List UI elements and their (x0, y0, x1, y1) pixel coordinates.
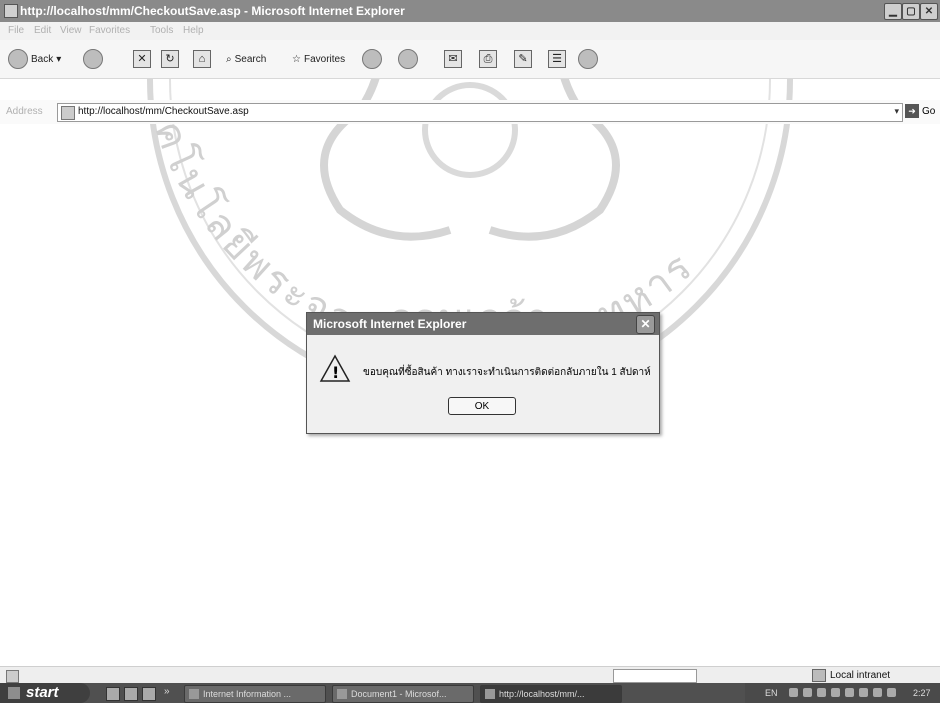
mail-button[interactable]: ✉ (444, 49, 462, 69)
search-icon: ⌕ (226, 53, 232, 65)
task-item-label: Internet Information ... (203, 689, 292, 699)
forward-button[interactable] (83, 49, 103, 69)
mail-icon: ✉ (444, 50, 462, 68)
status-bar: Local intranet (0, 666, 940, 684)
close-icon[interactable]: ✕ (636, 315, 655, 334)
task-item-active[interactable]: http://localhost/mm/... (480, 685, 622, 703)
go-label: Go (922, 105, 936, 117)
favorites-label: Favorites (303, 53, 346, 65)
windows-logo-icon (8, 687, 20, 699)
address-label: Address (6, 106, 43, 117)
menu-edit[interactable]: Edit (34, 25, 51, 36)
task-item[interactable]: Internet Information ... (184, 685, 326, 703)
messenger-icon (578, 49, 598, 69)
address-bar: Address http://localhost/mm/CheckoutSave… (0, 100, 940, 124)
warning-icon: ! (319, 354, 351, 382)
menu-view[interactable]: View (60, 25, 82, 36)
tray-icon[interactable] (803, 688, 812, 697)
tray-icon[interactable] (859, 688, 868, 697)
edit-button[interactable]: ✎ (514, 49, 532, 69)
volume-icon[interactable] (887, 688, 896, 697)
intranet-icon (812, 669, 826, 682)
ok-button[interactable]: OK (448, 397, 516, 415)
home-button[interactable]: ⌂ (193, 49, 211, 69)
clock: 2:27 (913, 688, 931, 698)
dialog-title: Microsoft Internet Explorer (313, 317, 467, 331)
tray-icon[interactable] (873, 688, 882, 697)
page-icon (61, 106, 75, 120)
tray-icon[interactable] (831, 688, 840, 697)
back-arrow-icon (8, 49, 28, 69)
start-label: start (26, 684, 59, 701)
stop-icon: ✕ (133, 50, 151, 68)
address-url: http://localhost/mm/CheckoutSave.asp (78, 106, 249, 117)
window-titlebar: http://localhost/mm/CheckoutSave.asp - M… (0, 0, 940, 22)
quicklaunch-ie-icon[interactable] (106, 687, 120, 701)
page-status-icon (6, 670, 19, 683)
close-icon[interactable]: ✕ (920, 3, 938, 20)
address-input[interactable]: http://localhost/mm/CheckoutSave.asp ▾ (57, 103, 903, 122)
task-item-label: http://localhost/mm/... (499, 689, 585, 699)
menu-file[interactable]: File (8, 25, 24, 36)
discuss-icon: ☰ (548, 50, 566, 68)
star-icon: ☆ (292, 53, 301, 65)
menu-help[interactable]: Help (183, 25, 204, 36)
minimize-icon[interactable]: ▁ (884, 3, 902, 20)
refresh-button[interactable]: ↻ (161, 49, 179, 69)
edit-icon: ✎ (514, 50, 532, 68)
quicklaunch-media-icon[interactable] (124, 687, 138, 701)
standard-toolbar: Back ▾ ✕ ↻ ⌂ ⌕ Search ☆ Favorites ✉ ⎙ ✎ … (0, 40, 940, 79)
quicklaunch-desktop-icon[interactable] (142, 687, 156, 701)
menu-bar: File Edit View Favorites Tools Help (0, 22, 940, 40)
go-button[interactable]: ➜ Go (905, 104, 935, 118)
system-tray: EN 2:27 (745, 683, 940, 703)
zone-label: Local intranet (830, 670, 891, 681)
dialog-message: ขอบคุณที่ซื้อสินค้า ทางเราจะทำเนินการติด… (363, 367, 651, 378)
svg-text:!: ! (332, 363, 339, 382)
ie-page-icon (4, 4, 18, 18)
discuss-button[interactable]: ☰ (548, 49, 566, 69)
print-button[interactable]: ⎙ (479, 49, 497, 69)
favorites-button[interactable]: ☆ Favorites (292, 49, 345, 69)
task-item[interactable]: Document1 - Microsof... (332, 685, 474, 703)
word-icon (337, 689, 347, 699)
progress-bar (613, 669, 697, 683)
search-button[interactable]: ⌕ Search (226, 49, 266, 69)
go-arrow-icon: ➜ (905, 104, 919, 118)
back-button[interactable]: Back ▾ (8, 49, 61, 69)
language-indicator[interactable]: EN (765, 688, 778, 698)
tray-icon[interactable] (789, 688, 798, 697)
maximize-icon[interactable]: ▢ (902, 3, 920, 20)
chevron-right-icon[interactable]: » (164, 686, 170, 697)
ie-icon (485, 689, 495, 699)
chevron-down-icon[interactable]: ▾ (894, 106, 899, 117)
history-button[interactable] (398, 49, 418, 69)
tray-icon[interactable] (845, 688, 854, 697)
alert-dialog: Microsoft Internet Explorer ✕ ! ขอบคุณที… (306, 312, 660, 434)
search-label: Search (234, 53, 267, 65)
home-icon: ⌂ (193, 50, 211, 68)
iis-icon (189, 689, 199, 699)
media-button[interactable] (362, 49, 382, 69)
dialog-titlebar: Microsoft Internet Explorer ✕ (307, 313, 659, 335)
window-title: http://localhost/mm/CheckoutSave.asp - M… (20, 4, 405, 18)
chevron-down-icon: ▾ (56, 53, 62, 65)
forward-arrow-icon (83, 49, 103, 69)
taskbar: start » Internet Information ... Documen… (0, 683, 940, 703)
tray-icon[interactable] (817, 688, 826, 697)
media-icon (362, 49, 382, 69)
print-icon: ⎙ (479, 50, 497, 68)
history-icon (398, 49, 418, 69)
security-zone: Local intranet (812, 669, 890, 682)
task-item-label: Document1 - Microsof... (351, 689, 447, 699)
refresh-icon: ↻ (161, 50, 179, 68)
menu-tools[interactable]: Tools (150, 25, 173, 36)
stop-button[interactable]: ✕ (133, 49, 151, 69)
menu-favorites[interactable]: Favorites (89, 25, 130, 36)
back-label: Back (31, 53, 54, 65)
messenger-button[interactable] (578, 49, 598, 69)
start-button[interactable]: start (0, 683, 90, 703)
